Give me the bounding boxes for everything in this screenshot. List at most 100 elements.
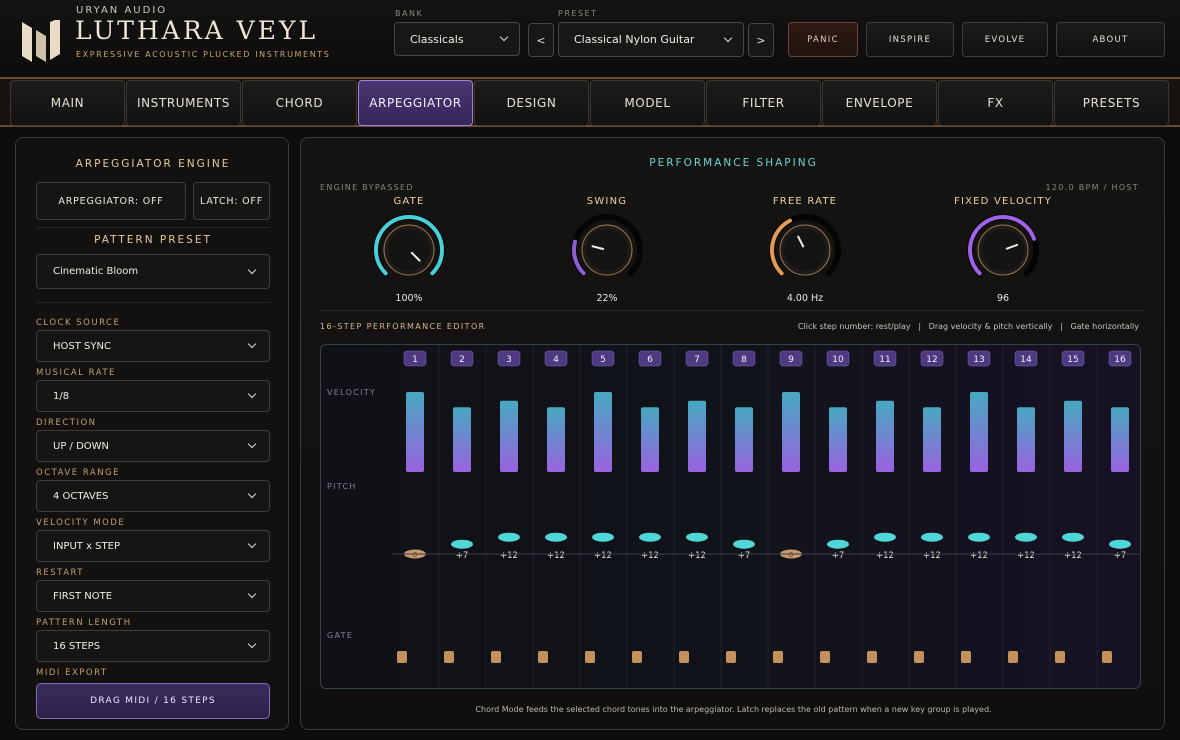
velocity-bar[interactable] (782, 392, 800, 472)
pitch-value-label: +7 (456, 551, 469, 561)
drag-midi-button[interactable]: DRAG MIDI / 16 STEPS (36, 683, 270, 719)
gate-handle[interactable] (726, 651, 736, 663)
pitch-marker[interactable] (1062, 532, 1084, 542)
pitch-value-label: +7 (1114, 551, 1127, 561)
pitch-marker[interactable] (874, 532, 896, 542)
velocity-bar[interactable] (594, 392, 612, 472)
gate-handle[interactable] (397, 651, 407, 663)
clock-source-label: CLOCK SOURCE (36, 318, 121, 328)
gate-handle[interactable] (632, 651, 642, 663)
evolve-button[interactable]: EVOLVE (962, 22, 1048, 57)
pitch-marker[interactable] (686, 532, 708, 542)
velocity-mode-select[interactable]: INPUT x STEP (36, 530, 270, 562)
step-editor-canvas[interactable]: 102+73+124+125+126+127+128+79010+711+121… (321, 345, 1141, 689)
pitch-marker[interactable] (1109, 539, 1131, 549)
velocity-bar[interactable] (688, 400, 706, 472)
latch-toggle-button[interactable]: LATCH: OFF (193, 182, 270, 220)
pitch-value-label: +12 (970, 551, 988, 561)
clock-source-select[interactable]: HOST SYNC (36, 330, 270, 362)
gate-handle[interactable] (1055, 651, 1065, 663)
pitch-marker[interactable] (733, 539, 755, 549)
direction-select[interactable]: UP / DOWN (36, 430, 270, 462)
gate-handle[interactable] (585, 651, 595, 663)
step-number-label: 5 (600, 355, 606, 365)
gate-knob[interactable] (371, 212, 447, 288)
pitch-marker[interactable] (1015, 532, 1037, 542)
gate-handle[interactable] (961, 651, 971, 663)
step-number-label: 11 (879, 355, 890, 365)
preset-next-button[interactable]: > (748, 23, 774, 57)
tab-main[interactable]: MAIN (10, 80, 125, 126)
gate-handle[interactable] (914, 651, 924, 663)
gate-handle[interactable] (1102, 651, 1112, 663)
pitch-marker[interactable] (498, 532, 520, 542)
brand-company: URYAN AUDIO (76, 5, 168, 16)
tab-instruments[interactable]: INSTRUMENTS (126, 80, 241, 126)
tab-filter[interactable]: FILTER (706, 80, 821, 126)
restart-select[interactable]: FIRST NOTE (36, 580, 270, 612)
pitch-value-label: +7 (832, 551, 845, 561)
fixed-velocity-knob[interactable] (965, 212, 1041, 288)
velocity-bar[interactable] (453, 407, 471, 472)
bank-select[interactable]: Classicals (394, 22, 520, 56)
tab-envelope[interactable]: ENVELOPE (822, 80, 937, 126)
divider (36, 227, 270, 228)
pattern-length-select[interactable]: 16 STEPS (36, 630, 270, 662)
pattern-preset-select[interactable]: Cinematic Bloom (36, 254, 270, 289)
preset-select[interactable]: Classical Nylon Guitar (558, 22, 744, 57)
tab-model[interactable]: MODEL (590, 80, 705, 126)
velocity-bar[interactable] (970, 392, 988, 472)
pitch-marker[interactable] (545, 532, 567, 542)
velocity-bar[interactable] (641, 407, 659, 472)
velocity-bar[interactable] (1064, 400, 1082, 472)
tab-arpeggiator[interactable]: ARPEGGIATOR (358, 80, 473, 126)
step-number-label: 10 (832, 355, 844, 365)
gate-handle[interactable] (444, 651, 454, 663)
pitch-marker[interactable] (921, 532, 943, 542)
brand-logo-icon (22, 20, 60, 62)
about-button[interactable]: ABOUT (1056, 22, 1165, 57)
gate-knob-label: GATE (393, 196, 425, 207)
step-number-label: 13 (973, 355, 984, 365)
octave-range-select[interactable]: 4 OCTAVES (36, 480, 270, 512)
velocity-bar[interactable] (500, 400, 518, 472)
step-editor-grid: VELOCITY PITCH GATE 1 0 2 +7 3 +12 4 +12 5 +12 6 +1… (320, 344, 1141, 689)
gate-handle[interactable] (773, 651, 783, 663)
divider (320, 310, 1145, 311)
velocity-bar[interactable] (876, 400, 894, 472)
velocity-bar[interactable] (735, 407, 753, 472)
free-rate-knob[interactable] (767, 212, 843, 288)
velocity-bar[interactable] (1111, 407, 1129, 472)
tab-chord[interactable]: CHORD (242, 80, 357, 126)
inspire-button[interactable]: INSPIRE (866, 22, 954, 57)
pitch-marker[interactable] (592, 532, 614, 542)
velocity-bar[interactable] (547, 407, 565, 472)
velocity-bar[interactable] (1017, 407, 1035, 472)
swing-knob[interactable] (569, 212, 645, 288)
pitch-value-label: +12 (500, 551, 518, 561)
pitch-marker[interactable] (639, 532, 661, 542)
gate-handle[interactable] (679, 651, 689, 663)
gate-handle[interactable] (820, 651, 830, 663)
arpeggiator-toggle-button[interactable]: ARPEGGIATOR: OFF (36, 182, 186, 220)
tab-presets[interactable]: PRESETS (1054, 80, 1169, 126)
tab-design[interactable]: DESIGN (474, 80, 589, 126)
pitch-marker[interactable] (968, 532, 990, 542)
gate-handle[interactable] (538, 651, 548, 663)
velocity-bar[interactable] (406, 392, 424, 472)
gate-handle[interactable] (867, 651, 877, 663)
panic-button[interactable]: PANIC (788, 22, 858, 57)
pitch-marker[interactable] (827, 539, 849, 549)
chevron-down-icon (247, 389, 257, 399)
musical-rate-select[interactable]: 1/8 (36, 380, 270, 412)
knob-cap (982, 229, 1024, 271)
pitch-value-label: +12 (1017, 551, 1035, 561)
velocity-bar[interactable] (829, 407, 847, 472)
velocity-bar[interactable] (923, 407, 941, 472)
pitch-marker[interactable] (451, 539, 473, 549)
gate-handle[interactable] (1008, 651, 1018, 663)
gate-handle[interactable] (491, 651, 501, 663)
preset-prev-button[interactable]: < (528, 23, 554, 57)
tempo-status: 120.0 BPM / HOST (1045, 183, 1139, 192)
tab-fx[interactable]: FX (938, 80, 1053, 126)
